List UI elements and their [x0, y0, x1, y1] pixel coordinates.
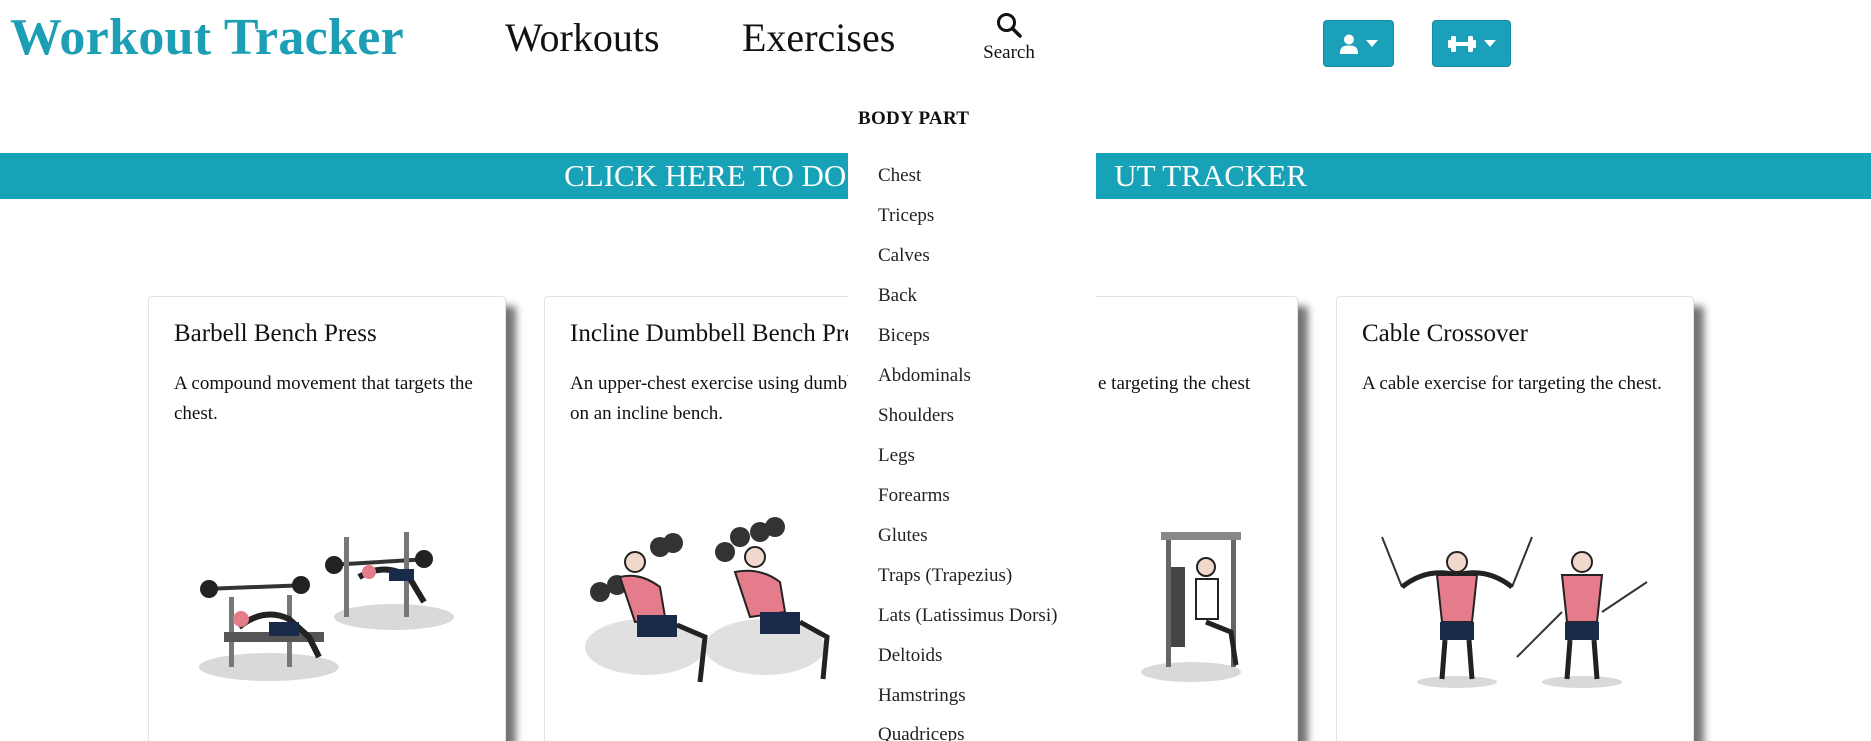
card-title: Incline Dumbbell Bench Pre	[570, 320, 856, 347]
search-label: Search	[983, 42, 1035, 63]
dropdown-item-chest[interactable]: Chest	[878, 165, 921, 187]
caret-down-icon	[1483, 40, 1496, 47]
dropdown-item-abdominals[interactable]: Abdominals	[878, 365, 971, 387]
card-description: A cable exercise for targeting the chest…	[1362, 373, 1662, 394]
user-menu-button[interactable]	[1323, 20, 1394, 67]
dropdown-item-traps[interactable]: Traps (Trapezius)	[878, 565, 1012, 587]
incline-dumbbell-press-illustration	[585, 517, 830, 683]
banner-text-left: CLICK HERE TO DO	[564, 158, 847, 193]
dropdown-item-biceps[interactable]: Biceps	[878, 325, 930, 347]
dropdown-item-legs[interactable]: Legs	[878, 445, 915, 467]
card-title: Barbell Bench Press	[174, 320, 377, 347]
exercise-card[interactable]: Cable Crossover A cable exercise for tar…	[1336, 296, 1694, 741]
card-description: An upper-chest exercise using dumbbells …	[570, 373, 884, 424]
body-part-dropdown: BODY PART Chest Triceps Calves Back Bice…	[848, 90, 1096, 741]
cable-crossover-illustration	[1381, 536, 1648, 688]
nav-workouts[interactable]: Workouts	[505, 14, 660, 61]
dropdown-item-forearms[interactable]: Forearms	[878, 485, 950, 507]
exercise-menu-button[interactable]	[1432, 20, 1511, 67]
dropdown-item-shoulders[interactable]: Shoulders	[878, 405, 954, 427]
exercise-card[interactable]: Barbell Bench Press A compound movement …	[148, 296, 506, 741]
dropdown-item-lats[interactable]: Lats (Latissimus Dorsi)	[878, 605, 1057, 627]
dropdown-item-deltoids[interactable]: Deltoids	[878, 645, 942, 667]
dropdown-item-calves[interactable]: Calves	[878, 245, 930, 267]
dumbbell-icon	[1447, 35, 1476, 52]
dropdown-item-glutes[interactable]: Glutes	[878, 525, 928, 547]
dropdown-item-triceps[interactable]: Triceps	[878, 205, 934, 227]
dropdown-header: BODY PART	[858, 108, 970, 129]
nav-exercises[interactable]: Exercises	[742, 14, 895, 61]
card-title: Cable Crossover	[1362, 320, 1528, 347]
dropdown-item-back[interactable]: Back	[878, 285, 917, 307]
dropdown-item-hamstrings[interactable]: Hamstrings	[878, 685, 966, 707]
card-description: A compound movement that targets the che…	[174, 373, 473, 424]
search-button[interactable]: Search	[978, 12, 1040, 72]
user-icon	[1339, 34, 1358, 54]
dropdown-item-quadriceps[interactable]: Quadriceps	[878, 724, 965, 741]
brand-logo[interactable]: Workout Tracker	[10, 8, 404, 67]
banner-text-right: UT TRACKER	[1114, 158, 1307, 193]
bench-press-illustration	[199, 532, 454, 681]
caret-down-icon	[1365, 40, 1378, 47]
search-icon	[997, 13, 1022, 38]
navbar: Workout Tracker Workouts Exercises Searc…	[0, 0, 1871, 95]
